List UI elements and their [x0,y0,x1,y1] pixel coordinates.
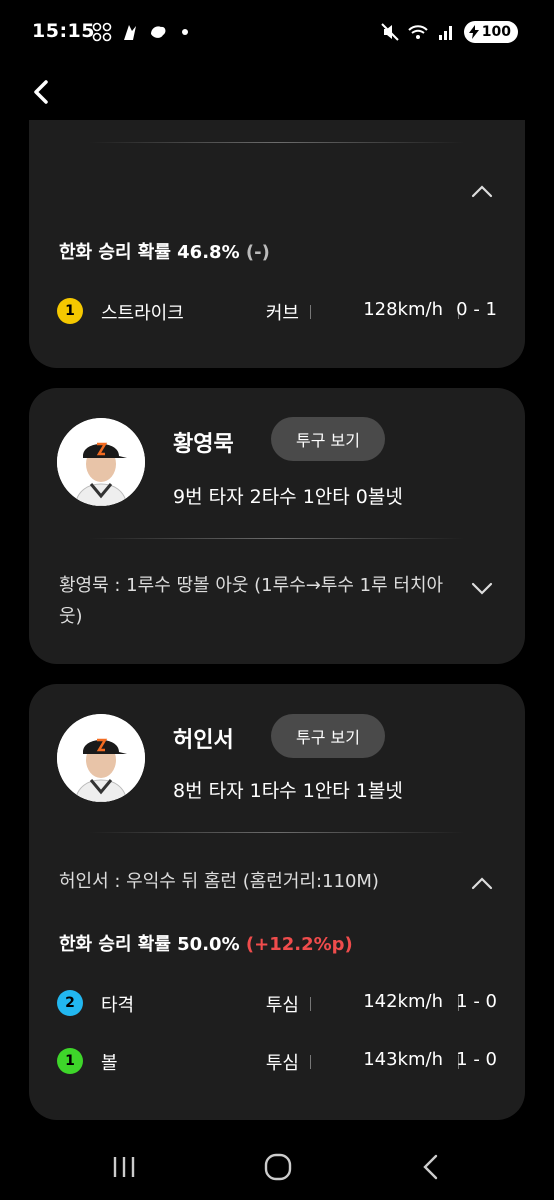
back-button[interactable] [28,76,56,108]
app-notification-icon [124,25,136,40]
pitch-view-button[interactable]: 투구 보기 [271,714,385,758]
pitch-result: 타격 [101,995,135,1016]
pitch-type: 커브 [265,303,299,324]
pitch-number-badge: 1 [57,298,83,324]
pitch-count: 1 - 0 [456,1049,497,1070]
batter-card: 허인서 투구 보기 8번 타자 1타수 1안타 1볼넷 허인서 : 우익수 뒤 … [29,684,525,1120]
separator [310,305,311,319]
pitch-result: 스트라이크 [101,303,184,324]
win-probability-delta: (+12.2%p) [245,934,353,955]
system-nav-bar [0,1130,554,1200]
mute-icon [381,23,399,41]
pitch-type: 투심 [265,1053,299,1074]
back-icon[interactable] [412,1152,452,1182]
pitch-speed: 142km/h [363,991,443,1012]
divider [89,538,465,539]
separator [310,997,311,1011]
system-icons: 100 [380,21,518,43]
status-time: 15:15 [32,20,95,42]
signal-icon [438,26,452,40]
divider [89,832,465,833]
status-bar: 15:15 100 [0,0,554,66]
avatar [57,714,145,802]
pitch-count: 0 - 1 [456,299,497,320]
chevron-up-icon[interactable] [471,184,493,198]
pitch-detail-card: 한화 승리 확률 46.8% (-) 1 스트라이크 커브 128km/h 0 … [29,120,525,368]
batter-stats: 8번 타자 1타수 1안타 1볼넷 [173,780,403,802]
notification-icons [92,22,188,42]
chevron-up-icon[interactable] [471,876,493,890]
pitch-row: 2 타격 투심 142km/h 1 - 0 [57,988,497,1018]
win-probability-delta: (-) [245,242,270,263]
play-description: 허인서 : 우익수 뒤 홈런 (홈런거리:110M) [59,871,379,892]
pitch-result: 볼 [101,1053,118,1074]
win-probability-label: 한화 승리 확률 50.0% [59,934,240,955]
pitch-row: 1 스트라이크 커브 128km/h 0 - 1 [57,296,497,326]
pitch-count: 1 - 0 [456,991,497,1012]
home-icon[interactable] [258,1152,298,1182]
separator [310,1055,311,1069]
recent-apps-icon[interactable] [104,1152,144,1182]
pitch-number-badge: 1 [57,1048,83,1074]
pitch-row: 1 볼 투심 143km/h 1 - 0 [57,1046,497,1076]
pitch-number-badge: 2 [57,990,83,1016]
pitch-type: 투심 [265,995,299,1016]
player-name: 황영묵 [173,432,234,457]
pitch-speed: 143km/h [363,1049,443,1070]
battery-icon: 100 [463,21,518,43]
player-name: 허인서 [173,728,234,753]
play-description: 황영묵 : 1루수 땅볼 아웃 (1루수→투수 1루 터치아웃) [59,575,444,627]
charging-icon [468,25,479,39]
battery-level: 100 [481,24,511,40]
win-probability-label: 한화 승리 확률 46.8% [59,242,240,263]
app-notification-icon [92,22,112,42]
chevron-down-icon[interactable] [471,582,493,596]
batter-card: 황영묵 투구 보기 9번 타자 2타수 1안타 0볼넷 황영묵 : 1루수 땅볼… [29,388,525,664]
win-probability: 한화 승리 확률 46.8% (-) [59,238,270,264]
pitch-view-button[interactable]: 투구 보기 [271,417,385,461]
app-notification-icon [151,26,166,38]
dot-icon [182,29,188,35]
divider [89,142,465,143]
player-photo-icon [57,714,145,802]
pitch-speed: 128km/h [363,299,443,320]
player-photo-icon [57,418,145,506]
avatar [57,418,145,506]
wifi-icon [408,25,428,39]
batter-stats: 9번 타자 2타수 1안타 0볼넷 [173,486,403,508]
win-probability: 한화 승리 확률 50.0% (+12.2%p) [59,930,353,956]
